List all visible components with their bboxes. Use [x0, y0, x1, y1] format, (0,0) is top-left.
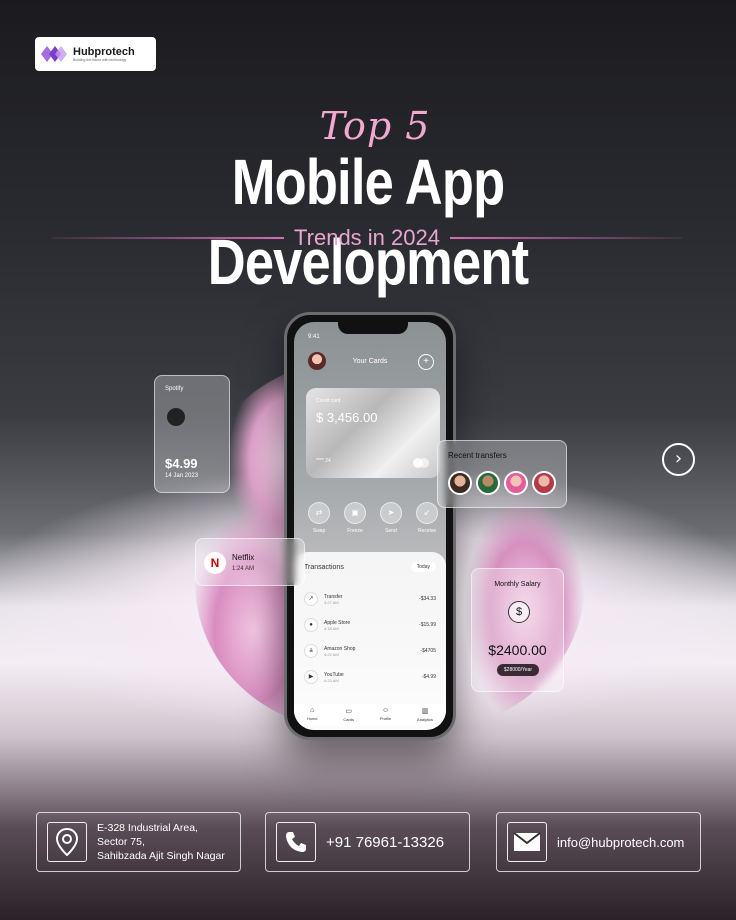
email-address[interactable]: info@hubprotech.com: [557, 835, 684, 850]
status-time: 9:41: [308, 334, 320, 340]
apple-icon: ●: [304, 618, 318, 632]
tx-time: 4:18 AM: [324, 625, 339, 631]
hero-title: Mobile App Development: [207, 146, 529, 298]
tx-amount: -$4705: [420, 648, 436, 654]
chevron-right-icon[interactable]: ›: [662, 443, 695, 476]
hero-subtitle-row: Trends in 2024: [52, 224, 683, 252]
nav-label: Cards: [343, 717, 355, 722]
tx-time: 4:23 AM: [324, 677, 339, 683]
tx-amount: -$4.99: [421, 674, 436, 680]
dollar-icon: $: [508, 601, 530, 623]
nav-label: Analytics: [417, 717, 434, 722]
widget-label: Netflix: [232, 553, 255, 562]
brand-tagline: Building the future with technology: [73, 58, 127, 62]
brand-name: Hubprotech: [73, 46, 135, 58]
phone-screen: 9:41 Your Cards + Credit card $ 3,456.00…: [294, 322, 446, 730]
spotify-icon: [167, 408, 185, 426]
monthly-salary-widget: Monthly Salary $ $2400.00 $28000/Year: [471, 568, 564, 692]
nav-cards[interactable]: ▭ Cards: [343, 704, 354, 726]
nav-analytics[interactable]: ▥ Analytics: [417, 704, 433, 726]
freeze-button[interactable]: ▣ Freeze: [340, 502, 370, 534]
swap-button[interactable]: ⇄ Swap: [304, 502, 334, 534]
address-line: Sahibzada Ajit Singh Nagar: [97, 850, 225, 862]
credit-card[interactable]: Credit card $ 3,456.00 **** 24: [306, 388, 440, 478]
avatar: [504, 471, 528, 495]
mastercard-icon: [413, 458, 429, 468]
avatar: [448, 471, 472, 495]
widget-label: Monthly Salary: [494, 581, 541, 588]
nav-home[interactable]: ⌂ Home: [307, 704, 318, 726]
tx-amount: -$34.33: [419, 596, 436, 602]
netflix-icon: N: [204, 552, 226, 574]
widget-amount: $2400.00: [488, 642, 547, 658]
transactions-title: Transactions: [304, 564, 344, 571]
phone-icon: [276, 822, 316, 862]
card-amount: $ 3,456.00: [316, 410, 378, 425]
tx-time: 4:22 AM: [324, 651, 339, 657]
home-icon: ⌂: [310, 707, 315, 714]
action-label: Swap: [312, 528, 326, 534]
receive-icon: ↙: [416, 502, 438, 524]
lock-icon: ▣: [344, 502, 366, 524]
recent-transfers-widget: Recent transfers: [437, 440, 567, 508]
address-line: E-328 Industrial Area,: [97, 822, 198, 834]
widget-date: 14 Jan 2023: [165, 473, 199, 479]
swap-icon: ⇄: [308, 502, 330, 524]
widget-label: Recent transfers: [448, 451, 507, 460]
bottom-nav: ⌂ Home ▭ Cards ☺ Profile ▥ Analytics: [294, 704, 446, 726]
list-item[interactable]: a Amazon Shop 4:22 AM -$4705: [304, 638, 436, 664]
envelope-icon: [507, 822, 547, 862]
hero-subtitle: Trends in 2024: [294, 225, 440, 250]
send-button[interactable]: ➤ Send: [376, 502, 406, 534]
spotify-widget: Spotify $4.99 14 Jan 2023: [154, 375, 230, 493]
card-label: Credit card: [316, 398, 341, 404]
address-text: E-328 Industrial Area, Sector 75, Sahibz…: [97, 821, 225, 863]
send-icon: ➤: [380, 502, 402, 524]
phone-mockup: 9:41 Your Cards + Credit card $ 3,456.00…: [284, 312, 456, 740]
netflix-widget: N Netflix 1:24 AM: [195, 538, 305, 586]
address-box: E-328 Industrial Area, Sector 75, Sahibz…: [36, 812, 241, 872]
transfer-icon: ↗: [304, 592, 318, 606]
list-item[interactable]: ● Apple Store 4:18 AM -$15.99: [304, 612, 436, 638]
phone-box[interactable]: +91 76961-13326: [265, 812, 470, 872]
email-box[interactable]: info@hubprotech.com: [496, 812, 701, 872]
nav-profile[interactable]: ☺ Profile: [380, 704, 391, 726]
card-actions: ⇄ Swap ▣ Freeze ➤ Send ↙ Receive: [304, 502, 442, 534]
action-label: Send: [385, 528, 397, 534]
divider-right: [449, 237, 683, 239]
transactions-panel: Transactions Today ↗ Transfer 3:27 AM -$…: [294, 552, 446, 730]
transactions-list: ↗ Transfer 3:27 AM -$34.33 ● Apple Store…: [304, 586, 436, 690]
chart-icon: ▥: [421, 708, 429, 715]
card-number: **** 24: [316, 458, 331, 464]
list-item[interactable]: ▶ YouTube 4:23 AM -$4.99: [304, 664, 436, 690]
add-card-button[interactable]: +: [418, 354, 434, 370]
tx-amount: -$15.99: [419, 622, 436, 628]
user-icon: ☺: [381, 707, 390, 714]
widget-label: Spotify: [165, 386, 184, 392]
salary-badge: $28000/Year: [497, 664, 539, 676]
widget-amount: $4.99: [165, 456, 198, 471]
youtube-icon: ▶: [304, 670, 318, 684]
nav-label: Profile: [379, 716, 392, 721]
filter-dropdown[interactable]: Today: [410, 562, 436, 572]
hubprotech-logo-icon: [41, 46, 67, 62]
phone-notch: [338, 322, 408, 334]
action-label: Receive: [417, 528, 437, 534]
tx-time: 3:27 AM: [324, 599, 339, 605]
divider-left: [52, 237, 285, 239]
avatar: [532, 471, 556, 495]
avatar-list: [448, 471, 556, 495]
nav-label: Home: [306, 716, 318, 721]
avatar: [476, 471, 500, 495]
list-item[interactable]: ↗ Transfer 3:27 AM -$34.33: [304, 586, 436, 612]
receive-button[interactable]: ↙ Receive: [412, 502, 442, 534]
location-pin-icon: [47, 822, 87, 862]
brand-logo[interactable]: Hubprotech Building the future with tech…: [35, 37, 156, 71]
action-label: Freeze: [347, 528, 363, 534]
address-line: Sector 75,: [97, 836, 145, 848]
widget-time: 1:24 AM: [232, 566, 255, 572]
phone-number[interactable]: +91 76961-13326: [326, 834, 444, 851]
card-icon: ▭: [345, 708, 353, 715]
amazon-icon: a: [304, 644, 318, 658]
